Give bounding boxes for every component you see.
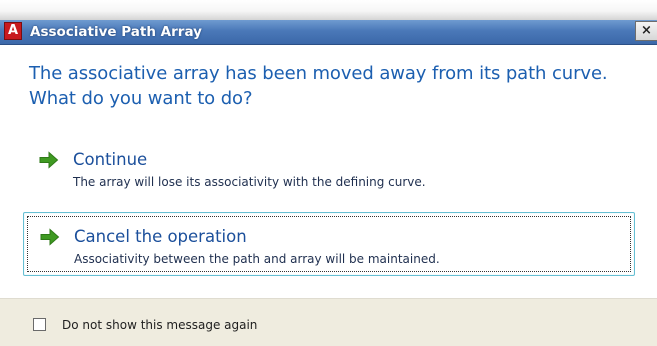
autocad-app-icon: A (4, 22, 22, 40)
cancel-operation-description: Associativity between the path and array… (74, 252, 440, 266)
continue-command-link[interactable]: Continue The array will lose its associa… (23, 144, 635, 202)
dialog-footer: Do not show this message again (0, 298, 657, 346)
close-icon: × (641, 23, 652, 38)
green-arrow-icon (39, 151, 59, 169)
continue-title: Continue (73, 150, 148, 169)
main-instruction: The associative array has been moved awa… (29, 63, 608, 109)
dont-show-again-label[interactable]: Do not show this message again (62, 317, 257, 333)
cancel-operation-title: Cancel the operation (74, 227, 247, 246)
green-arrow-icon (40, 228, 60, 246)
title-bar[interactable]: A Associative Path Array × (0, 20, 657, 45)
app-icon-letter: A (7, 23, 19, 38)
continue-description: The array will lose its associativity wi… (73, 175, 426, 189)
window-title: Associative Path Array (30, 24, 202, 40)
cancel-operation-command-link[interactable]: Cancel the operation Associativity betwe… (23, 212, 635, 276)
window-top-edge (0, 0, 657, 20)
task-dialog: A Associative Path Array × The associati… (0, 0, 657, 346)
dont-show-again-checkbox[interactable] (33, 318, 46, 331)
close-button[interactable]: × (635, 21, 657, 41)
